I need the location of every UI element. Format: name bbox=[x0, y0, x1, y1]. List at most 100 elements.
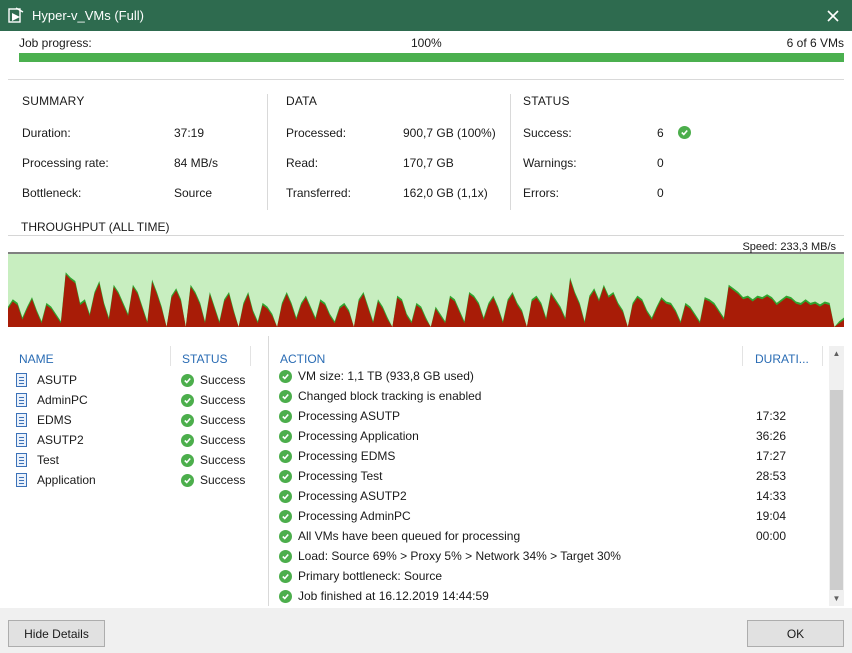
vm-name: ASUTP bbox=[37, 373, 78, 387]
column-divider bbox=[742, 346, 743, 366]
vm-name: AdminPC bbox=[37, 393, 88, 407]
vm-name: Test bbox=[37, 453, 60, 467]
success-check-icon bbox=[279, 510, 292, 523]
vm-status-header[interactable]: STATUS bbox=[182, 352, 228, 366]
divider bbox=[268, 336, 269, 606]
success-check-icon bbox=[279, 530, 292, 543]
job-progress: Job progress: 100% 6 of 6 VMs bbox=[19, 36, 844, 50]
action-row[interactable]: Changed block tracking is enabled bbox=[279, 387, 827, 407]
duration-header[interactable]: DURATI... bbox=[755, 352, 809, 366]
success-check-icon bbox=[279, 590, 292, 603]
action-duration: 17:32 bbox=[756, 409, 787, 423]
actions-scrollbar[interactable]: ▲ ▼ bbox=[829, 346, 844, 606]
close-button[interactable] bbox=[814, 0, 852, 31]
progress-percent: 100% bbox=[411, 36, 442, 50]
action-duration: 36:26 bbox=[756, 429, 787, 443]
action-row[interactable]: Processing ASUTP 17:32 bbox=[279, 407, 827, 427]
column-divider bbox=[250, 346, 251, 366]
action-row[interactable]: Primary bottleneck: Source bbox=[279, 567, 827, 587]
vm-status: Success bbox=[181, 373, 245, 387]
vm-icon bbox=[16, 413, 27, 427]
action-row[interactable]: All VMs have been queued for processing 0… bbox=[279, 527, 827, 547]
stat-value: 0 bbox=[657, 186, 664, 200]
success-check-icon bbox=[279, 550, 292, 563]
stat-value: 170,7 GB bbox=[403, 156, 454, 170]
vm-list-item[interactable]: EDMS Success bbox=[16, 411, 256, 431]
vm-list-item[interactable]: Application Success bbox=[16, 471, 256, 491]
progress-bar bbox=[19, 53, 844, 62]
title-bar: Hyper-v_VMs (Full) bbox=[0, 0, 852, 31]
success-check-icon bbox=[279, 490, 292, 503]
action-text: Load: Source 69% > Proxy 5% > Network 34… bbox=[298, 549, 621, 563]
progress-bar-fill bbox=[19, 53, 844, 62]
stat-label: Transferred: bbox=[286, 186, 351, 200]
action-text: Job finished at 16.12.2019 14:44:59 bbox=[298, 589, 489, 603]
stat-value: Source bbox=[174, 186, 213, 200]
stat-label: Bottleneck: bbox=[22, 186, 82, 200]
progress-vm-count: 6 of 6 VMs bbox=[786, 36, 844, 50]
stat-value: 84 MB/s bbox=[174, 156, 219, 170]
vm-status: Success bbox=[181, 433, 245, 447]
ok-button[interactable]: OK bbox=[747, 620, 844, 647]
vm-status-text: Success bbox=[200, 373, 246, 387]
action-text: Processing ASUTP bbox=[298, 409, 401, 423]
action-row[interactable]: Load: Source 69% > Proxy 5% > Network 34… bbox=[279, 547, 827, 567]
throughput-heading: THROUGHPUT (ALL TIME) bbox=[21, 220, 170, 234]
close-icon bbox=[827, 9, 839, 22]
action-row[interactable]: Processing Application 36:26 bbox=[279, 427, 827, 447]
action-row[interactable]: Processing ASUTP2 14:33 bbox=[279, 487, 827, 507]
success-check-icon bbox=[279, 430, 292, 443]
scroll-down-icon[interactable]: ▼ bbox=[829, 591, 844, 606]
stat-label: Read: bbox=[286, 156, 319, 170]
action-duration: 19:04 bbox=[756, 509, 787, 523]
vm-list-item[interactable]: Test Success bbox=[16, 451, 256, 471]
vm-status: Success bbox=[181, 413, 245, 427]
stat-value: 6 bbox=[657, 126, 664, 140]
stat-value: 162,0 GB (1,1x) bbox=[403, 186, 488, 200]
scroll-thumb[interactable] bbox=[830, 390, 843, 590]
data-heading: DATA bbox=[286, 94, 318, 108]
hide-details-button[interactable]: Hide Details bbox=[8, 620, 105, 647]
action-header[interactable]: ACTION bbox=[280, 352, 325, 366]
success-check-icon bbox=[678, 126, 691, 139]
divider bbox=[8, 79, 844, 80]
vm-list-item[interactable]: AdminPC Success bbox=[16, 391, 256, 411]
success-check-icon bbox=[181, 433, 194, 447]
column-divider bbox=[170, 346, 171, 366]
success-check-icon bbox=[279, 450, 292, 463]
throughput-graph bbox=[8, 252, 844, 327]
vm-name: Application bbox=[37, 473, 96, 487]
vm-name-header[interactable]: NAME bbox=[19, 352, 54, 366]
success-check-icon bbox=[181, 373, 194, 387]
vm-name: ASUTP2 bbox=[37, 433, 84, 447]
action-row[interactable]: Processing Test 28:53 bbox=[279, 467, 827, 487]
action-text: Processing Test bbox=[298, 469, 383, 483]
vm-icon bbox=[16, 373, 27, 387]
action-row[interactable]: Processing EDMS 17:27 bbox=[279, 447, 827, 467]
stat-value: 900,7 GB (100%) bbox=[403, 126, 496, 140]
vm-status-text: Success bbox=[200, 473, 246, 487]
action-row[interactable]: Processing AdminPC 19:04 bbox=[279, 507, 827, 527]
vm-status: Success bbox=[181, 473, 245, 487]
vm-icon bbox=[16, 453, 27, 467]
column-divider bbox=[822, 346, 823, 366]
vm-list-item[interactable]: ASUTP Success bbox=[16, 371, 256, 391]
action-duration: 14:33 bbox=[756, 489, 787, 503]
action-text: Processing EDMS bbox=[298, 449, 396, 463]
action-duration: 17:27 bbox=[756, 449, 787, 463]
action-row[interactable]: Job finished at 16.12.2019 14:44:59 bbox=[279, 587, 827, 607]
stat-value: 0 bbox=[657, 156, 664, 170]
vm-status-text: Success bbox=[200, 413, 246, 427]
success-check-icon bbox=[279, 410, 292, 423]
success-check-icon bbox=[279, 570, 292, 583]
action-text: VM size: 1,1 TB (933,8 GB used) bbox=[298, 369, 474, 383]
vm-icon bbox=[16, 473, 27, 487]
window-title: Hyper-v_VMs (Full) bbox=[32, 8, 144, 23]
success-check-icon bbox=[181, 473, 194, 487]
success-check-icon bbox=[279, 470, 292, 483]
vm-list-item[interactable]: ASUTP2 Success bbox=[16, 431, 256, 451]
vm-icon bbox=[16, 393, 27, 407]
scroll-up-icon[interactable]: ▲ bbox=[829, 346, 844, 361]
action-text: Primary bottleneck: Source bbox=[298, 569, 443, 583]
action-row[interactable]: VM size: 1,1 TB (933,8 GB used) bbox=[279, 367, 827, 387]
